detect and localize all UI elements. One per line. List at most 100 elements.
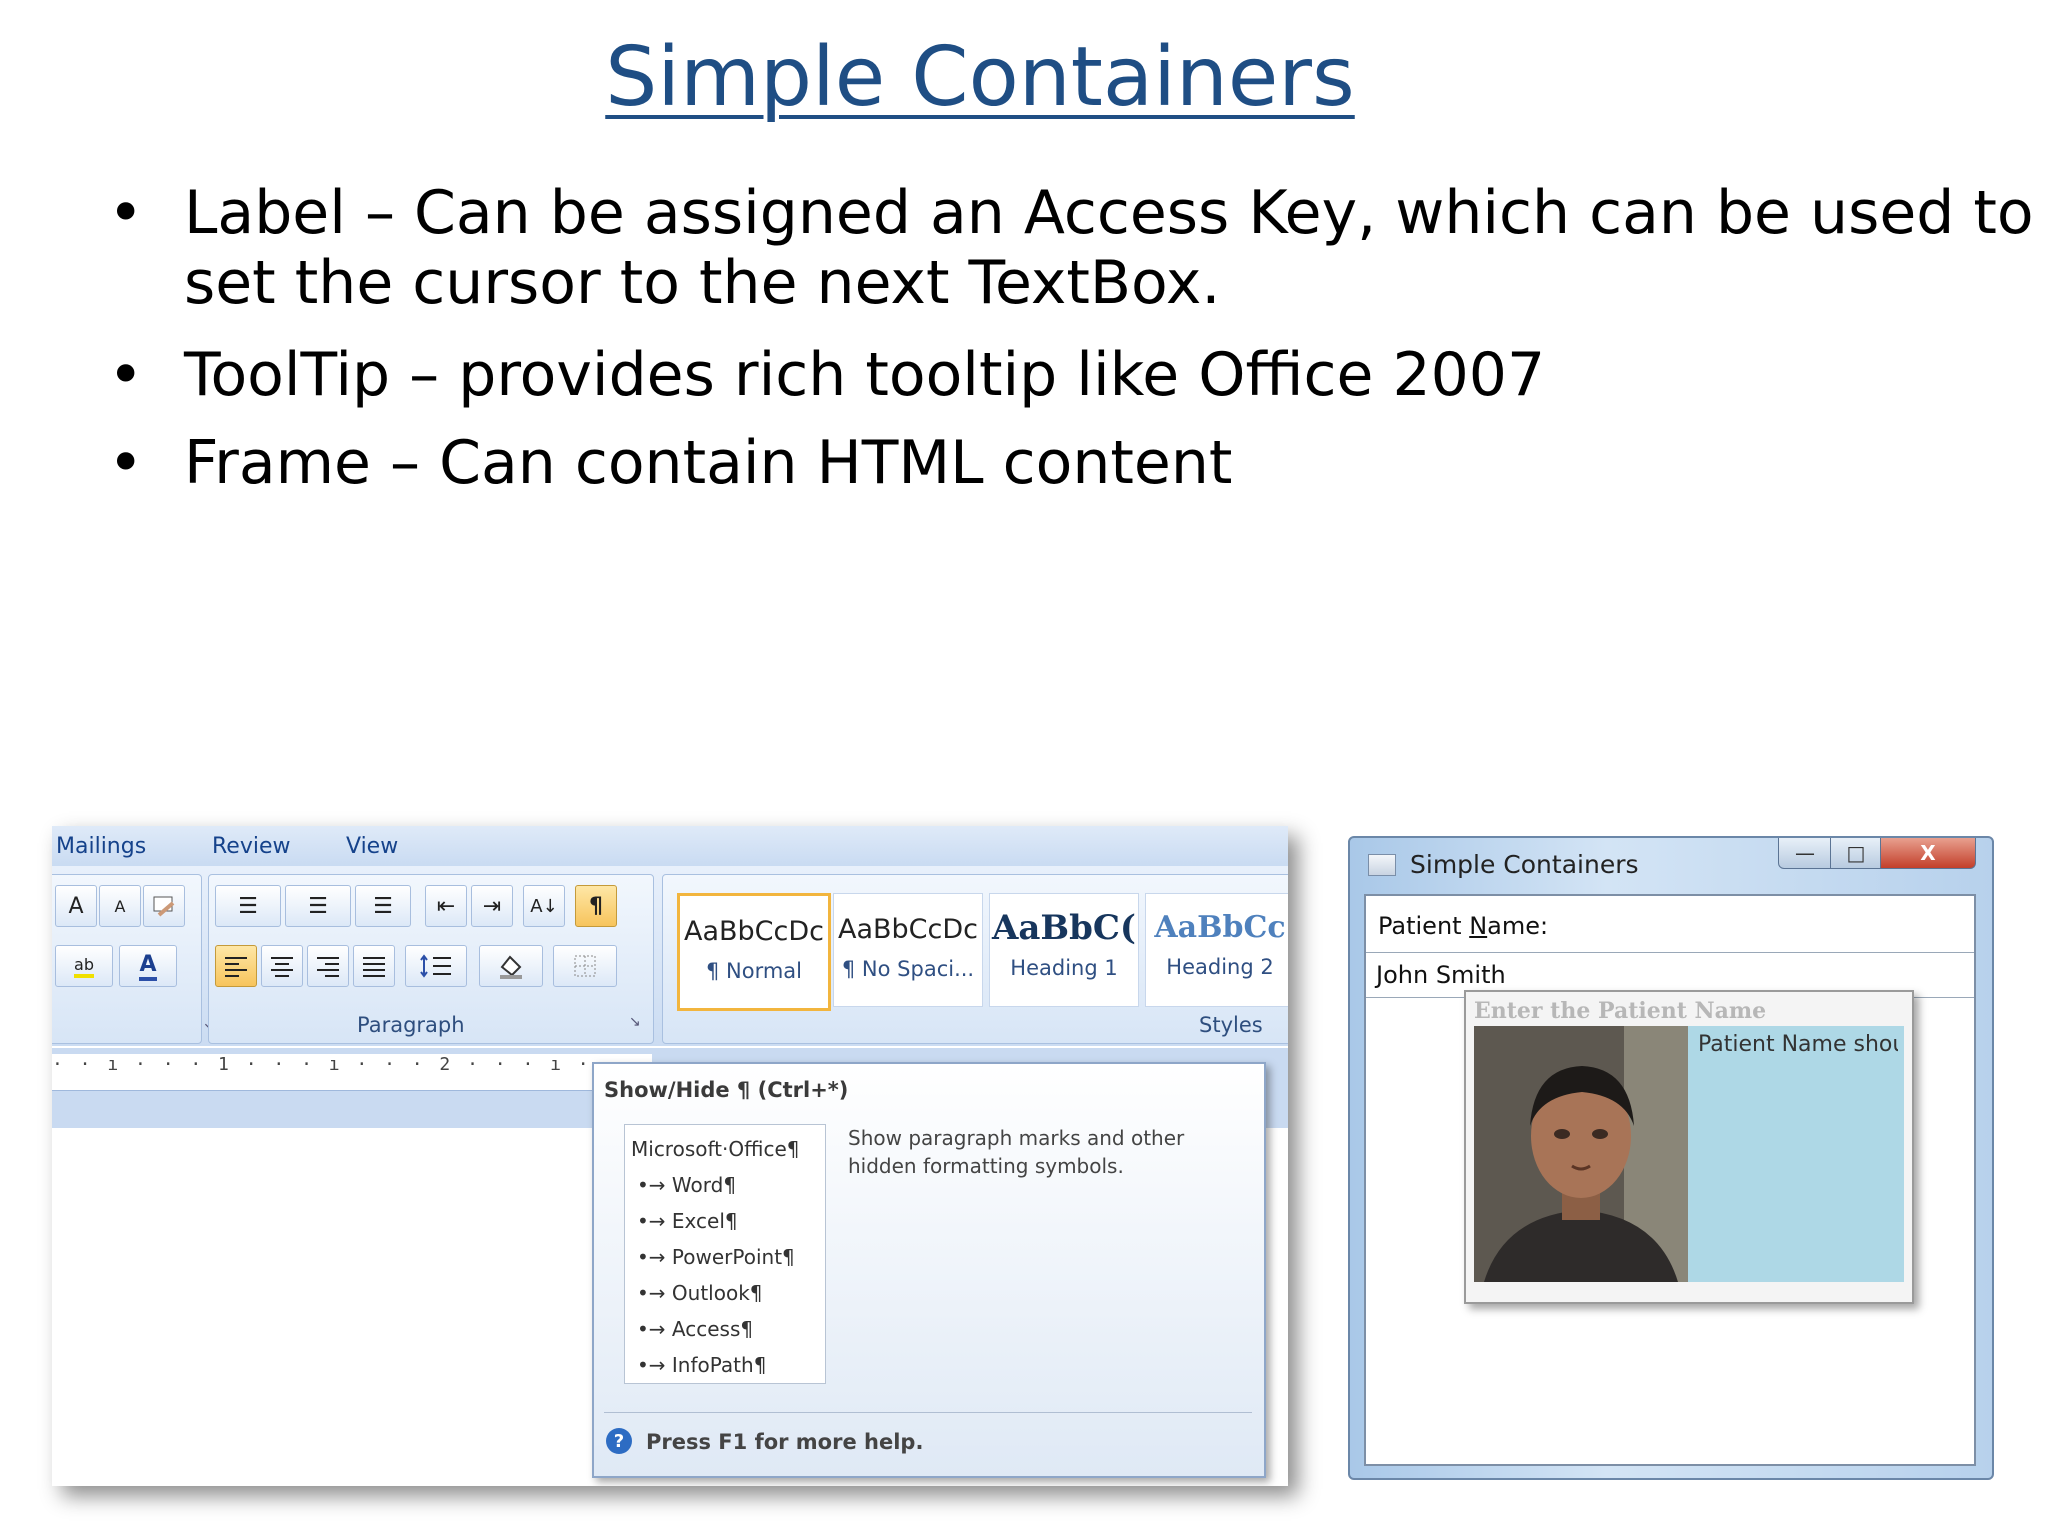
preview-line: •→ Excel¶ bbox=[637, 1209, 738, 1233]
paragraph-dialog-launcher-icon[interactable]: ↘ bbox=[629, 1013, 641, 1030]
maximize-button[interactable]: □ bbox=[1830, 838, 1882, 869]
minimize-icon: — bbox=[1795, 841, 1815, 865]
style-no-spacing[interactable]: AaBbCcDc ¶ No Spaci... bbox=[833, 893, 983, 1007]
bullet-text: Label – Can be assigned an Access Key, w… bbox=[184, 178, 2034, 318]
preview-line: •→ Access¶ bbox=[637, 1317, 754, 1341]
numbering-icon: ☰ bbox=[308, 893, 328, 919]
style-heading-2[interactable]: AaBbCc Heading 2 bbox=[1145, 893, 1288, 1007]
preview-line: •→ Outlook¶ bbox=[637, 1281, 763, 1305]
label-text-suffix: ame: bbox=[1487, 912, 1549, 940]
horizontal-ruler[interactable]: · · ı · · · 1 · · · ı · · · 2 · · · ı · … bbox=[52, 1054, 652, 1091]
minimize-button[interactable]: — bbox=[1778, 838, 1832, 869]
style-name: Heading 1 bbox=[1010, 956, 1118, 980]
word-ribbon-screenshot: Mailings Review View A A ab A ↘ ☰ ☰ ☰ ⇤ … bbox=[52, 826, 1288, 1486]
tooltip-content-panel: Patient Name shou bbox=[1474, 1026, 1904, 1282]
show-hide-button[interactable]: ¶ bbox=[575, 885, 617, 927]
preview-line: •→ InfoPath¶ bbox=[637, 1353, 767, 1377]
align-center-button[interactable] bbox=[261, 945, 303, 987]
justify-icon bbox=[363, 957, 385, 977]
clear-formatting-icon bbox=[153, 896, 175, 917]
align-center-icon bbox=[271, 957, 293, 977]
clear-formatting-button[interactable] bbox=[143, 885, 185, 927]
slide-title: Simple Containers bbox=[605, 30, 1355, 125]
font-group: A A ab A ↘ bbox=[52, 874, 215, 1044]
label-text-prefix: Patient bbox=[1378, 912, 1470, 940]
highlight-button[interactable]: ab bbox=[55, 945, 113, 987]
shrink-font-icon: A bbox=[114, 896, 126, 916]
tab-mailings[interactable]: Mailings bbox=[56, 834, 146, 859]
increase-indent-button[interactable]: ⇥ bbox=[471, 885, 513, 927]
access-key-letter: N bbox=[1469, 912, 1488, 940]
decrease-indent-icon: ⇤ bbox=[436, 893, 456, 919]
style-name: ¶ Normal bbox=[705, 959, 803, 983]
borders-icon bbox=[574, 955, 596, 977]
styles-group-label: Styles bbox=[1199, 1013, 1263, 1037]
patient-tooltip: Enter the Patient Name Patient Name shou bbox=[1464, 990, 1914, 1304]
help-icon: ? bbox=[606, 1428, 632, 1454]
ribbon-tab-bar: Mailings Review View bbox=[52, 826, 1288, 867]
tooltip-description: Show paragraph marks and other hidden fo… bbox=[848, 1126, 1185, 1178]
maximize-icon: □ bbox=[1846, 841, 1866, 865]
window-client-area: Patient Name: John Smith Enter the Patie… bbox=[1364, 894, 1976, 1466]
paragraph-group: ☰ ☰ ☰ ⇤ ⇥ A↓ ¶ Paragraph ↘ bbox=[208, 874, 654, 1044]
patient-photo bbox=[1474, 1026, 1688, 1282]
sort-icon: A↓ bbox=[530, 895, 558, 917]
sort-button[interactable]: A↓ bbox=[523, 885, 565, 927]
bullet-text: ToolTip – provides rich tooltip like Off… bbox=[184, 340, 1546, 410]
justify-button[interactable] bbox=[353, 945, 395, 987]
grow-font-icon: A bbox=[68, 893, 84, 919]
tooltip-help-text: Press F1 for more help. bbox=[646, 1430, 924, 1454]
tooltip-text: Patient Name shou bbox=[1698, 1032, 1898, 1057]
rich-tooltip: Show/Hide ¶ (Ctrl+*) Microsoft·Office¶ •… bbox=[592, 1062, 1266, 1478]
patient-name-value: John Smith bbox=[1376, 961, 1506, 989]
style-heading-1[interactable]: AaBbC( Heading 1 bbox=[989, 893, 1139, 1007]
align-left-icon bbox=[225, 957, 247, 977]
tab-view[interactable]: View bbox=[346, 834, 398, 859]
grow-font-button[interactable]: A bbox=[55, 885, 97, 927]
close-icon: X bbox=[1920, 841, 1936, 865]
patient-name-label[interactable]: Patient Name: bbox=[1378, 912, 1548, 940]
preview-line: Microsoft·Office¶ bbox=[631, 1137, 800, 1161]
style-sample: AaBbCc bbox=[1154, 910, 1286, 945]
line-spacing-icon bbox=[420, 954, 451, 978]
style-sample: AaBbC( bbox=[991, 908, 1137, 948]
shrink-font-button[interactable]: A bbox=[99, 885, 141, 927]
window-title: Simple Containers bbox=[1410, 850, 1639, 879]
tooltip-divider bbox=[604, 1412, 1252, 1413]
person-photo-icon bbox=[1474, 1026, 1688, 1282]
tooltip-title: Show/Hide ¶ (Ctrl+*) bbox=[604, 1078, 849, 1102]
style-sample: AaBbCcDc bbox=[837, 914, 978, 945]
paint-bucket-icon bbox=[500, 955, 522, 979]
shading-button[interactable] bbox=[479, 945, 543, 987]
numbering-button[interactable]: ☰ bbox=[285, 885, 351, 927]
font-color-button[interactable]: A bbox=[119, 945, 177, 987]
style-name: ¶ No Spaci... bbox=[841, 957, 975, 981]
pilcrow-icon: ¶ bbox=[589, 893, 603, 919]
tab-review[interactable]: Review bbox=[212, 834, 291, 859]
tooltip-header: Enter the Patient Name bbox=[1474, 998, 1767, 1024]
decrease-indent-button[interactable]: ⇤ bbox=[425, 885, 467, 927]
ribbon: A A ab A ↘ ☰ ☰ ☰ ⇤ ⇥ A↓ ¶ bbox=[52, 866, 1288, 1046]
line-spacing-button[interactable] bbox=[405, 945, 467, 987]
multilevel-list-icon: ☰ bbox=[373, 893, 393, 919]
font-color-icon: A bbox=[139, 952, 157, 981]
bullets-button[interactable]: ☰ bbox=[215, 885, 281, 927]
bullet-dot: • bbox=[108, 428, 144, 498]
paragraph-group-label: Paragraph bbox=[357, 1013, 465, 1037]
align-left-button[interactable] bbox=[215, 945, 257, 987]
multilevel-list-button[interactable]: ☰ bbox=[355, 885, 411, 927]
bullets-icon: ☰ bbox=[238, 893, 258, 919]
bullet-dot: • bbox=[108, 340, 144, 410]
borders-button[interactable] bbox=[553, 945, 617, 987]
align-right-icon bbox=[317, 957, 339, 977]
close-button[interactable]: X bbox=[1880, 838, 1976, 869]
highlight-icon: ab bbox=[74, 955, 94, 978]
window-app-icon bbox=[1368, 854, 1396, 876]
bullet-text: Frame – Can contain HTML content bbox=[184, 428, 1233, 498]
preview-line: •→ Word¶ bbox=[637, 1173, 737, 1197]
align-right-button[interactable] bbox=[307, 945, 349, 987]
bullet-dot: • bbox=[108, 178, 144, 248]
styles-group: AaBbCcDc ¶ Normal AaBbCcDc ¶ No Spaci...… bbox=[662, 874, 1288, 1044]
preview-line: •→ PowerPoint¶ bbox=[637, 1245, 795, 1269]
style-normal[interactable]: AaBbCcDc ¶ Normal bbox=[677, 893, 831, 1011]
